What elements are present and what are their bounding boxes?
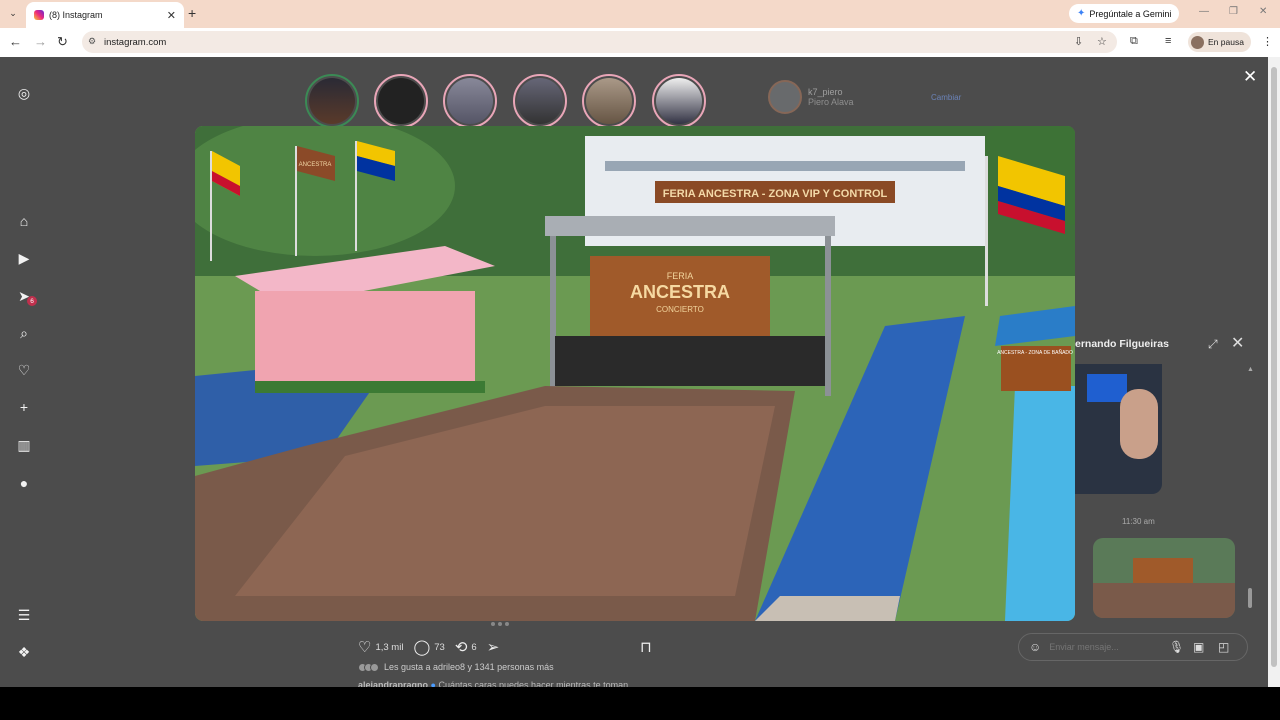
- browser-menu-icon[interactable]: ⋮: [1262, 35, 1273, 48]
- gemini-star-icon: ✦: [1077, 8, 1086, 19]
- url-field[interactable]: ⚙ instagram.com: [82, 31, 1117, 53]
- story-avatar[interactable]: [443, 74, 497, 128]
- tab-instagram[interactable]: (8) Instagram ✕: [26, 2, 184, 28]
- extensions-icon[interactable]: ⧉: [1130, 35, 1138, 48]
- save-icon[interactable]: ⊓: [640, 638, 652, 656]
- liked-by-text[interactable]: Les gusta a adrileo8 y 1341 personas más: [384, 662, 554, 672]
- gemini-button[interactable]: ✦ Pregúntale a Gemini: [1069, 4, 1180, 23]
- story-avatar[interactable]: [652, 74, 706, 128]
- forward-icon[interactable]: →: [34, 34, 47, 49]
- scrollbar-thumb[interactable]: [1271, 67, 1277, 667]
- site-info-icon[interactable]: ⚙: [88, 36, 96, 47]
- sticker-icon[interactable]: ◰: [1218, 640, 1229, 654]
- tab-title: (8) Instagram: [49, 10, 103, 20]
- switch-account-link[interactable]: Cambiar: [931, 93, 961, 102]
- video-person: [1120, 389, 1158, 459]
- comment-count: 73: [434, 641, 445, 653]
- restore-icon[interactable]: ❐: [1229, 6, 1238, 17]
- vip-sign-text: FERIA ANCESTRA - ZONA VIP Y CONTROL: [663, 188, 888, 200]
- suggestion-avatar[interactable]: [768, 80, 802, 114]
- instagram-logo-icon[interactable]: ◎: [15, 84, 33, 102]
- page-scrollbar[interactable]: [1268, 57, 1280, 687]
- message-input-box: ☺ 🎙 ▣ ◰: [1018, 633, 1248, 661]
- image-icon[interactable]: ▣: [1193, 640, 1204, 654]
- carousel-dots: [491, 622, 509, 626]
- suggestion-username[interactable]: k7_piero: [808, 87, 854, 97]
- suggestion-name: Piero Alava: [808, 97, 854, 107]
- media-control-icon[interactable]: ≡: [1165, 35, 1171, 47]
- microphone-icon[interactable]: 🎙: [1169, 640, 1184, 654]
- create-icon[interactable]: +: [15, 398, 33, 416]
- close-chat-icon[interactable]: ✕: [1231, 333, 1244, 353]
- close-tab-icon[interactable]: ✕: [167, 9, 176, 22]
- thumb-crowd: [1093, 583, 1235, 618]
- message-input[interactable]: [1049, 642, 1150, 652]
- expand-icon[interactable]: ⤢: [1208, 337, 1218, 352]
- share-icon[interactable]: ➢: [487, 638, 500, 656]
- close-window-icon[interactable]: ✕: [1259, 6, 1267, 17]
- chat-scrollbar[interactable]: ▲: [1247, 366, 1254, 616]
- url-text: instagram.com: [104, 36, 167, 48]
- account-suggestion: k7_piero Piero Alava: [768, 80, 854, 114]
- notifications-icon[interactable]: ♡: [15, 361, 33, 379]
- comment-icon[interactable]: ◯: [413, 638, 430, 656]
- profile-button[interactable]: En pausa: [1188, 32, 1251, 52]
- bookmark-star-icon[interactable]: ☆: [1097, 35, 1107, 48]
- instagram-favicon-icon: [34, 10, 44, 20]
- likes-summary: Les gusta a adrileo8 y 1341 personas más: [358, 662, 554, 672]
- liker-avatar: [370, 662, 379, 672]
- tab-search-icon[interactable]: ⌄: [6, 6, 20, 20]
- emoji-icon[interactable]: ☺: [1029, 640, 1041, 654]
- stage-sign-top: FERIA: [667, 271, 694, 281]
- repost-icon[interactable]: ⟲: [455, 638, 468, 656]
- story-avatar[interactable]: [582, 74, 636, 128]
- close-icon[interactable]: ✕: [1243, 67, 1257, 87]
- reels-icon[interactable]: ▶: [15, 249, 33, 267]
- post-image[interactable]: FERIA ANCESTRA - ZONA VIP Y CONTROL FERI…: [195, 126, 1075, 621]
- taskbar-area: [0, 687, 1280, 720]
- search-icon[interactable]: ⌕: [15, 324, 33, 342]
- repost-count: 6: [471, 641, 477, 653]
- back-icon[interactable]: ←: [9, 34, 22, 49]
- profile-icon[interactable]: ●: [15, 474, 33, 492]
- story-avatar[interactable]: [513, 74, 567, 128]
- post-actions: ♡ 1,3 mil ◯ 73 ⟲ 6 ➢: [358, 638, 499, 656]
- profile-status: En pausa: [1208, 37, 1244, 47]
- new-tab-icon[interactable]: +: [188, 5, 196, 21]
- stats-icon[interactable]: ▥: [15, 436, 33, 454]
- install-app-icon[interactable]: ⇩: [1074, 35, 1083, 48]
- menu-icon[interactable]: ☰: [15, 606, 33, 624]
- gemini-label: Pregúntale a Gemini: [1089, 8, 1172, 19]
- story-avatar[interactable]: [305, 74, 359, 128]
- like-icon[interactable]: ♡: [358, 638, 371, 656]
- chat-timestamp: 11:30 am: [1122, 517, 1155, 526]
- stage-sign-main: ANCESTRA: [630, 282, 730, 302]
- profile-avatar: [1191, 35, 1204, 49]
- festival-scene: FERIA ANCESTRA - ZONA VIP Y CONTROL FERI…: [195, 126, 1075, 621]
- stage-sign-sub: CONCIERTO: [656, 305, 704, 314]
- more-apps-icon[interactable]: ❖: [15, 643, 33, 661]
- home-icon[interactable]: ⌂: [15, 212, 33, 230]
- reload-icon[interactable]: ↻: [57, 34, 68, 50]
- story-avatar[interactable]: [374, 74, 428, 128]
- flag-banner-text: ANCESTRA: [299, 162, 332, 168]
- chat-image-message[interactable]: [1093, 538, 1235, 618]
- chat-video-message[interactable]: [1075, 364, 1162, 494]
- messages-badge: 6: [27, 296, 37, 306]
- browser-tabbar: ⌄ (8) Instagram ✕ + ✦ Pregúntale a Gemin…: [0, 0, 1280, 28]
- minimize-icon[interactable]: —: [1199, 6, 1209, 17]
- tent-sign-text: ANCESTRA - ZONA DE BAÑADO: [997, 349, 1073, 356]
- like-count: 1,3 mil: [375, 641, 404, 653]
- chat-contact-name[interactable]: ernando Filgueiras: [1075, 338, 1169, 350]
